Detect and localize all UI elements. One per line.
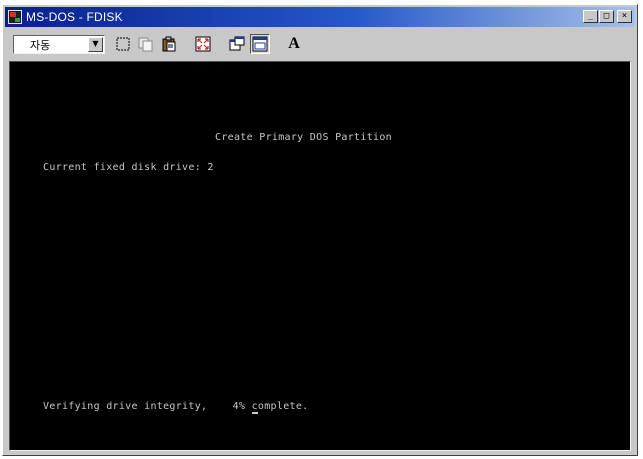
verify-status-text: Verifying drive integrity, 4% bbox=[43, 401, 252, 412]
window-controls: _ □ × bbox=[583, 10, 632, 23]
paste-icon bbox=[162, 36, 176, 52]
verify-status-suffix: omplete. bbox=[257, 401, 309, 412]
title-bar[interactable]: MS-DOS - FDISK _ □ × bbox=[5, 7, 635, 27]
font-size-value: 자동 bbox=[30, 38, 51, 52]
chevron-down-icon[interactable]: ▼ bbox=[88, 36, 103, 52]
window-title: MS-DOS - FDISK bbox=[26, 10, 123, 24]
minimize-button[interactable]: _ bbox=[583, 10, 598, 23]
fullscreen-button[interactable] bbox=[193, 34, 213, 54]
fullscreen-icon bbox=[195, 36, 211, 52]
verify-status-line: Verifying drive integrity, 4% complete. bbox=[43, 401, 309, 414]
background-icon bbox=[252, 36, 268, 52]
current-drive-line: Current fixed disk drive: 2 bbox=[43, 162, 214, 173]
mark-icon bbox=[116, 37, 130, 51]
close-button[interactable]: × bbox=[617, 10, 632, 23]
font-size-select[interactable]: 자동 ▼ bbox=[13, 34, 105, 54]
font-icon: A bbox=[288, 35, 300, 52]
fdisk-heading: Create Primary DOS Partition bbox=[215, 132, 392, 143]
copy-icon bbox=[138, 37, 153, 52]
copy-button[interactable] bbox=[136, 34, 156, 54]
font-button[interactable]: A bbox=[284, 34, 304, 54]
maximize-button[interactable]: □ bbox=[599, 10, 614, 23]
msdos-app-icon[interactable] bbox=[8, 10, 22, 24]
toolbar: 자동 ▼ A bbox=[5, 29, 635, 59]
mark-button[interactable] bbox=[113, 34, 133, 54]
background-button[interactable] bbox=[250, 34, 270, 54]
console-screen[interactable]: Create Primary DOS Partition Current fix… bbox=[9, 61, 631, 451]
msdos-window: MS-DOS - FDISK _ □ × 자동 ▼ A Create Prima… bbox=[2, 4, 638, 456]
properties-icon bbox=[229, 36, 245, 51]
paste-button[interactable] bbox=[159, 34, 179, 54]
properties-button[interactable] bbox=[227, 34, 247, 54]
